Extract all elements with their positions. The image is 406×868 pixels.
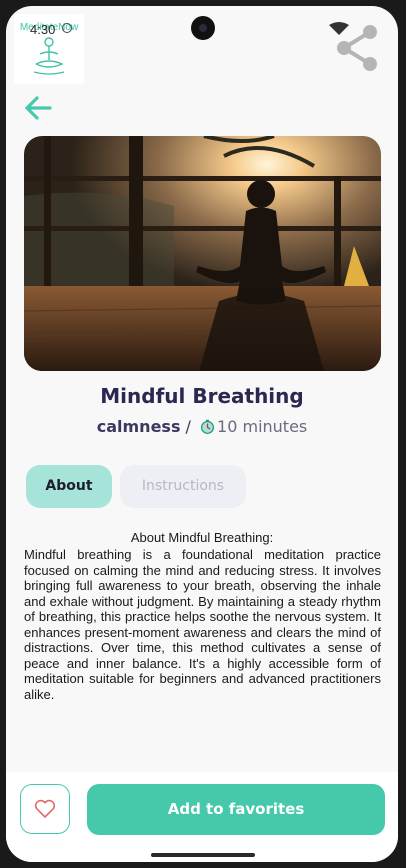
back-button[interactable] <box>22 94 54 122</box>
meditation-title: Mindful Breathing <box>100 384 304 408</box>
status-time: 4:30 <box>30 22 56 37</box>
meditation-meta: calmness / 10 minutes <box>6 417 398 436</box>
alarm-icon <box>62 23 72 33</box>
about-heading: About Mindful Breathing: <box>130 530 274 545</box>
favorite-toggle-button[interactable] <box>20 784 70 834</box>
heart-icon <box>34 799 56 818</box>
tab-instructions[interactable]: Instructions <box>120 465 246 508</box>
timer-icon <box>201 419 215 434</box>
tab-about[interactable]: About <box>26 465 112 508</box>
meditation-image <box>24 136 381 371</box>
home-indicator[interactable] <box>151 853 255 857</box>
category-label: calmness <box>96 417 181 436</box>
duration-label: 10 minutes <box>217 417 308 436</box>
front-camera <box>191 16 215 40</box>
about-description: Mindful breathing is a foundational medi… <box>24 547 381 702</box>
add-to-favorites-button[interactable]: Add to favorites <box>87 784 385 835</box>
phone-screen: MeditateNow 4:30 Mindful Breathing calmn… <box>6 6 398 862</box>
meta-separator: / <box>180 417 197 436</box>
share-icon[interactable] <box>334 24 382 72</box>
